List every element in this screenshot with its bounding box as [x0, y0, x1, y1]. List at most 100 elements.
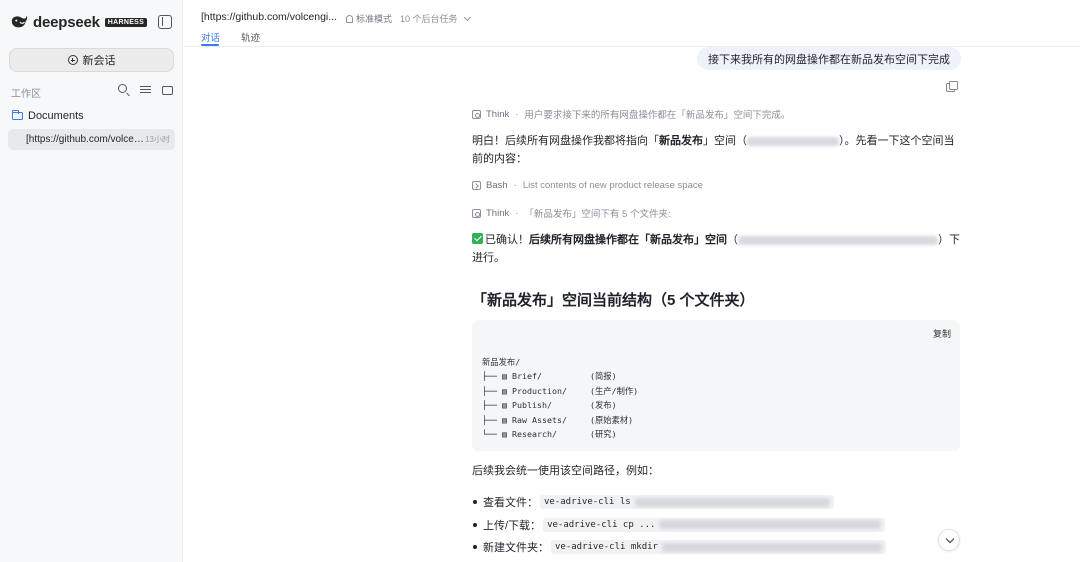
session-title: [https://github.com/volcengi... [26, 134, 144, 145]
page-title: [https://github.com/volcengi... [201, 11, 337, 23]
mode-label: 标准模式 [356, 14, 393, 24]
example-label: 查看文件： [483, 497, 538, 510]
folder-name: Brief/ [512, 371, 542, 382]
code-line: └── ▤ Research/ (研究) [482, 427, 638, 441]
background-tasks[interactable]: 10 个后台任务 [400, 12, 471, 25]
code-line-root: 新品发布/ [482, 357, 521, 367]
list-item: 新建文件夹： ve-adrive-cli mkdir [473, 536, 886, 559]
tab-chat[interactable]: 对话 [201, 30, 220, 44]
inline-code: ve-adrive-cli cp ... [543, 517, 886, 532]
redacted-path [659, 520, 882, 530]
session-item[interactable]: [https://github.com/volcengi... 13小时 [8, 129, 175, 150]
folder-note: (发布) [590, 400, 617, 411]
step-separator: · [515, 207, 519, 219]
step-text: 用户要求接下来的所有网盘操作都在「新品发布」空间下完成。 [524, 110, 791, 121]
redacted-path [634, 497, 830, 507]
bell-icon [346, 14, 353, 23]
code-line: ├── ▤ Production/ (生产/制作) [482, 384, 638, 398]
tree-branch: ├── [482, 385, 497, 396]
bullet-dot [473, 522, 477, 527]
para-bold: 后续所有网盘操作都在「新品发布」空间 [529, 234, 727, 246]
brand[interactable]: deepseek HARNESS [10, 13, 148, 31]
folder-emoji-icon: ▤ [502, 385, 507, 396]
list-item: 查看文件： ve-adrive-cli ls [473, 491, 886, 514]
example-label: 上传/下载： [483, 519, 542, 532]
active-tab-indicator [201, 44, 219, 46]
copy-code-button[interactable]: 复制 [933, 327, 951, 340]
tree-branch: ├── [482, 400, 497, 411]
mode-selector[interactable]: 标准模式 [346, 12, 392, 25]
code-content: 新品发布/ ├── ▤ Brief/ (简报) ├── ▤ Production/ (生… [482, 355, 638, 441]
new-folder-icon[interactable] [162, 86, 173, 95]
terminal-icon [472, 181, 481, 190]
code-line: ├── ▤ Raw Assets/ (原始素材) [482, 413, 638, 427]
list-item: 上传/下载： ve-adrive-cli cp ... [473, 514, 886, 537]
brand-name: deepseek [33, 13, 100, 31]
code-block: 复制 新品发布/ ├── ▤ Brief/ (简报) ├── ▤ Production… [472, 320, 960, 451]
para-prefix: 明白！后续所有网盘操作我都将指向「 [472, 135, 659, 147]
workspace-tools [118, 84, 173, 96]
redacted-path [661, 542, 882, 552]
search-icon[interactable] [118, 84, 130, 96]
command: ve-adrive-cli mkdir [555, 542, 658, 553]
bullet-dot [473, 500, 477, 505]
step-separator: · [515, 108, 519, 120]
command: ve-adrive-cli ls [544, 497, 631, 508]
bullet-dot [473, 545, 477, 550]
new-chat-button[interactable]: 新会话 [9, 48, 174, 72]
step-bash[interactable]: Bash · List contents of new product rele… [472, 180, 703, 191]
inline-code: ve-adrive-cli mkdir [551, 540, 886, 555]
tasks-label: 10 个后台任务 [400, 14, 458, 24]
inline-code: ve-adrive-cli ls [540, 495, 834, 510]
new-chat-label: 新会话 [82, 55, 116, 67]
folder-emoji-icon: ▤ [502, 414, 507, 425]
example-list: 查看文件： ve-adrive-cli ls 上传/下载： ve-adrive-… [473, 491, 886, 559]
tree-branch: ├── [482, 371, 497, 382]
plus-circle-icon [67, 55, 78, 65]
para-mid: 」空间（ [703, 135, 747, 147]
folder-note: (原始素材) [590, 414, 634, 425]
code-line: ├── ▤ Publish/ (发布) [482, 398, 638, 412]
think-icon [472, 208, 481, 218]
workspace-label: 工作区 [11, 89, 41, 100]
copy-icon[interactable] [946, 81, 958, 92]
whale-logo-icon [11, 15, 28, 28]
step-type: Bash [486, 180, 508, 191]
folder-name: Research/ [512, 429, 557, 440]
chevron-down-icon [463, 13, 471, 21]
para-prefix: 已确认！ [485, 234, 529, 246]
para-bold: 新品发布 [659, 135, 703, 147]
folder-emoji-icon: ▤ [502, 400, 507, 411]
tree-item-label: Documents [28, 110, 84, 122]
step-think[interactable]: Think · 用户要求接下来的所有网盘操作都在「新品发布」空间下完成。 [472, 107, 790, 121]
folder-note: (研究) [590, 429, 617, 440]
tree-item-documents[interactable]: Documents [12, 110, 84, 122]
command: ve-adrive-cli cp ... [547, 519, 656, 530]
brand-badge: HARNESS [104, 17, 148, 27]
sidebar: deepseek HARNESS 新会话 工作区 Documents [http… [0, 0, 183, 562]
step-type: Think [486, 108, 510, 120]
step-type: Think [486, 207, 510, 219]
filter-icon[interactable] [140, 84, 152, 96]
step-think[interactable]: Think · 「新品发布」空间下有 5 个文件夹: [472, 206, 671, 220]
tree-branch: └── [482, 429, 497, 440]
tab-trace[interactable]: 轨迹 [241, 30, 260, 44]
code-line: ├── ▤ Brief/ (简报) [482, 369, 638, 383]
folder-note: (生产/制作) [590, 385, 639, 396]
folder-name: Production/ [512, 385, 567, 396]
top-bar: [https://github.com/volcengi... 标准模式 10 … [184, 0, 1080, 47]
tree-branch: ├── [482, 414, 497, 425]
folder-note: (简报) [590, 371, 617, 382]
step-separator: · [513, 180, 517, 191]
think-icon [472, 109, 481, 119]
redacted-id [747, 136, 839, 146]
folder-name: Raw Assets/ [512, 414, 567, 425]
assistant-paragraph: 明白！后续所有网盘操作我都将指向「新品发布」空间（ ）。先看一下这个空间当前的内容… [472, 132, 961, 168]
sidebar-toggle-icon[interactable] [158, 15, 172, 29]
scroll-to-bottom-button[interactable] [938, 529, 960, 551]
step-text: 「新品发布」空间下有 5 个文件夹: [524, 209, 671, 220]
folder-name: Publish/ [512, 400, 552, 411]
redacted-path [738, 235, 938, 245]
folder-emoji-icon: ▤ [502, 429, 507, 440]
para-mid: （ [727, 234, 738, 246]
